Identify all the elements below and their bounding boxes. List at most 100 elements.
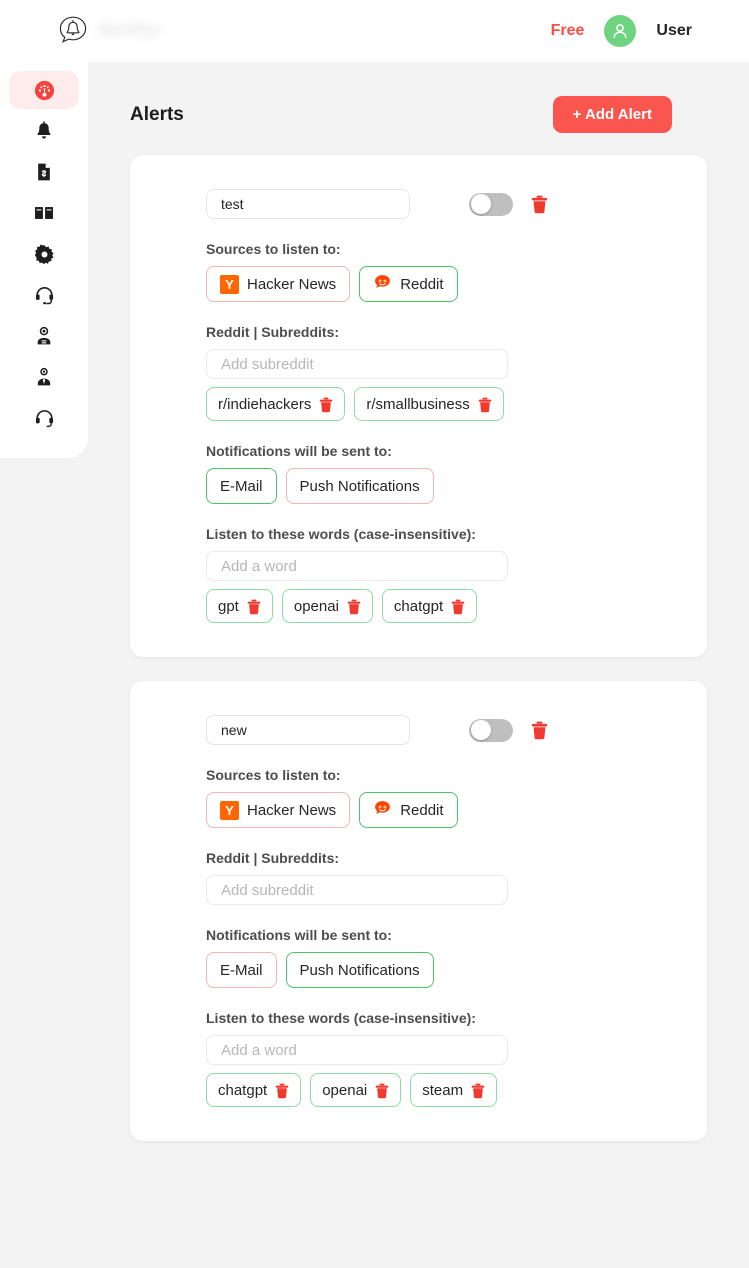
sidebar-item-account[interactable] <box>9 358 79 396</box>
bell-icon <box>37 121 51 139</box>
alert-card-actions <box>469 192 548 216</box>
word-tag[interactable]: steam <box>410 1073 498 1107</box>
delete-alert-button[interactable] <box>531 721 548 740</box>
add-word-input[interactable] <box>206 1035 508 1065</box>
word-tag[interactable]: chatgpt <box>206 1073 302 1107</box>
remove-word-button[interactable] <box>471 1083 485 1099</box>
headphones-icon <box>35 409 53 427</box>
notification-chip-email[interactable]: E-Mail <box>206 468 277 504</box>
word-tag[interactable]: openai <box>281 589 373 623</box>
avatar[interactable] <box>604 15 637 47</box>
alert-enabled-toggle[interactable] <box>469 718 513 742</box>
bell-in-speech-bubble-icon <box>56 14 90 48</box>
word-tag[interactable]: gpt <box>206 589 273 623</box>
plan-badge[interactable]: Free <box>551 22 585 40</box>
alert-name-input[interactable] <box>206 715 410 745</box>
word-tag-label: chatgpt <box>393 597 444 615</box>
sources-section: Sources to listen to: Y Hacker News Redd… <box>168 241 669 302</box>
sidebar-item-help[interactable] <box>9 399 79 437</box>
hacker-news-icon: Y <box>220 274 239 294</box>
trash-icon <box>320 397 333 412</box>
word-tag-label: openai <box>293 597 339 615</box>
add-word-input[interactable] <box>206 551 508 581</box>
sidebar-item-dashboard[interactable] <box>9 71 79 109</box>
subreddits-label: Reddit | Subreddits: <box>206 324 340 340</box>
remove-subreddit-button[interactable] <box>319 397 333 413</box>
headset-icon <box>35 286 53 304</box>
alerts-list: Sources to listen to: Y Hacker News <box>88 133 749 1141</box>
source-chip-hacker-news[interactable]: Y Hacker News <box>206 792 351 828</box>
add-subreddit-input[interactable] <box>206 349 508 379</box>
sidebar <box>0 62 88 458</box>
remove-word-button[interactable] <box>451 599 465 615</box>
word-tag-label: openai <box>322 1081 368 1099</box>
subreddit-tag[interactable]: r/indiehackers <box>206 387 346 421</box>
brand[interactable]: Notifyr <box>56 14 163 48</box>
word-tag-label: steam <box>422 1081 464 1099</box>
remove-word-button[interactable] <box>347 599 361 615</box>
notifications-chip-row: E-Mail Push Notifications <box>206 952 669 988</box>
word-tag[interactable]: chatgpt <box>381 589 478 623</box>
add-subreddit-input[interactable] <box>206 875 508 905</box>
user-tie-icon <box>37 367 51 386</box>
notification-chip-email[interactable]: E-Mail <box>206 952 277 988</box>
reddit-icon <box>373 273 392 296</box>
remove-word-button[interactable] <box>375 1083 389 1099</box>
notification-chip-push[interactable]: Push Notifications <box>285 952 434 988</box>
words-section: Listen to these words (case-insensitive)… <box>168 1010 669 1107</box>
sources-label: Sources to listen to: <box>206 241 341 257</box>
remove-subreddit-button[interactable] <box>478 397 492 413</box>
trash-icon <box>531 195 548 213</box>
source-chip-label: Reddit <box>400 275 444 293</box>
sources-label: Sources to listen to: <box>206 767 341 783</box>
sources-section: Sources to listen to: Y Hacker News Redd… <box>168 767 669 828</box>
source-chip-label: Hacker News <box>247 275 337 293</box>
sidebar-item-support[interactable] <box>9 276 79 314</box>
source-chip-label: Hacker News <box>247 801 337 819</box>
source-chip-hacker-news[interactable]: Y Hacker News <box>206 266 351 302</box>
brand-name: Notifyr <box>98 20 163 41</box>
notifications-label: Notifications will be sent to: <box>206 927 392 943</box>
sidebar-item-settings[interactable] <box>9 235 79 273</box>
user-avatar-icon <box>613 24 627 38</box>
sources-chip-row: Y Hacker News Reddit <box>206 792 669 828</box>
reddit-icon <box>373 799 392 822</box>
user-name[interactable]: User <box>656 22 692 40</box>
words-section: Listen to these words (case-insensitive)… <box>168 526 669 623</box>
alert-enabled-toggle[interactable] <box>469 192 513 216</box>
subreddit-tag-label: r/smallbusiness <box>366 395 470 413</box>
sidebar-item-alerts[interactable] <box>9 112 79 150</box>
toggle-knob <box>470 720 491 740</box>
sidebar-item-billing[interactable] <box>9 153 79 191</box>
alert-card-header <box>168 189 669 219</box>
remove-word-button[interactable] <box>275 1083 289 1099</box>
delete-alert-button[interactable] <box>531 195 548 214</box>
page-title: Alerts <box>130 103 184 125</box>
sidebar-item-bot[interactable] <box>9 317 79 355</box>
alert-card-actions <box>469 718 548 742</box>
alert-name-input[interactable] <box>206 189 410 219</box>
sidebar-item-docs[interactable] <box>9 194 79 232</box>
header-right: Free User <box>551 15 692 47</box>
word-tag-label: gpt <box>218 597 239 615</box>
toggle-knob <box>470 194 491 214</box>
source-chip-reddit[interactable]: Reddit <box>359 792 458 828</box>
subreddits-section: Reddit | Subreddits: r/indiehackers <box>168 324 669 421</box>
gauge-icon <box>34 80 54 100</box>
add-alert-button[interactable]: + Add Alert <box>552 96 672 133</box>
trash-icon <box>376 1083 389 1098</box>
word-tag[interactable]: openai <box>310 1073 402 1107</box>
gear-icon <box>34 243 54 264</box>
subreddit-tag[interactable]: r/smallbusiness <box>354 387 504 421</box>
trash-icon <box>275 1083 289 1098</box>
notification-chip-push[interactable]: Push Notifications <box>285 468 434 504</box>
alert-card: Sources to listen to: Y Hacker News <box>130 681 707 1141</box>
trash-icon <box>531 721 548 739</box>
notifications-section: Notifications will be sent to: E-Mail Pu… <box>168 927 669 988</box>
remove-word-button[interactable] <box>247 599 261 615</box>
subreddit-tag-row: r/indiehackers r/smallbusiness <box>206 387 669 421</box>
page-header: Alerts + Add Alert <box>88 62 749 133</box>
notifications-label: Notifications will be sent to: <box>206 443 392 459</box>
source-chip-reddit[interactable]: Reddit <box>359 266 458 302</box>
trash-icon <box>478 397 492 412</box>
